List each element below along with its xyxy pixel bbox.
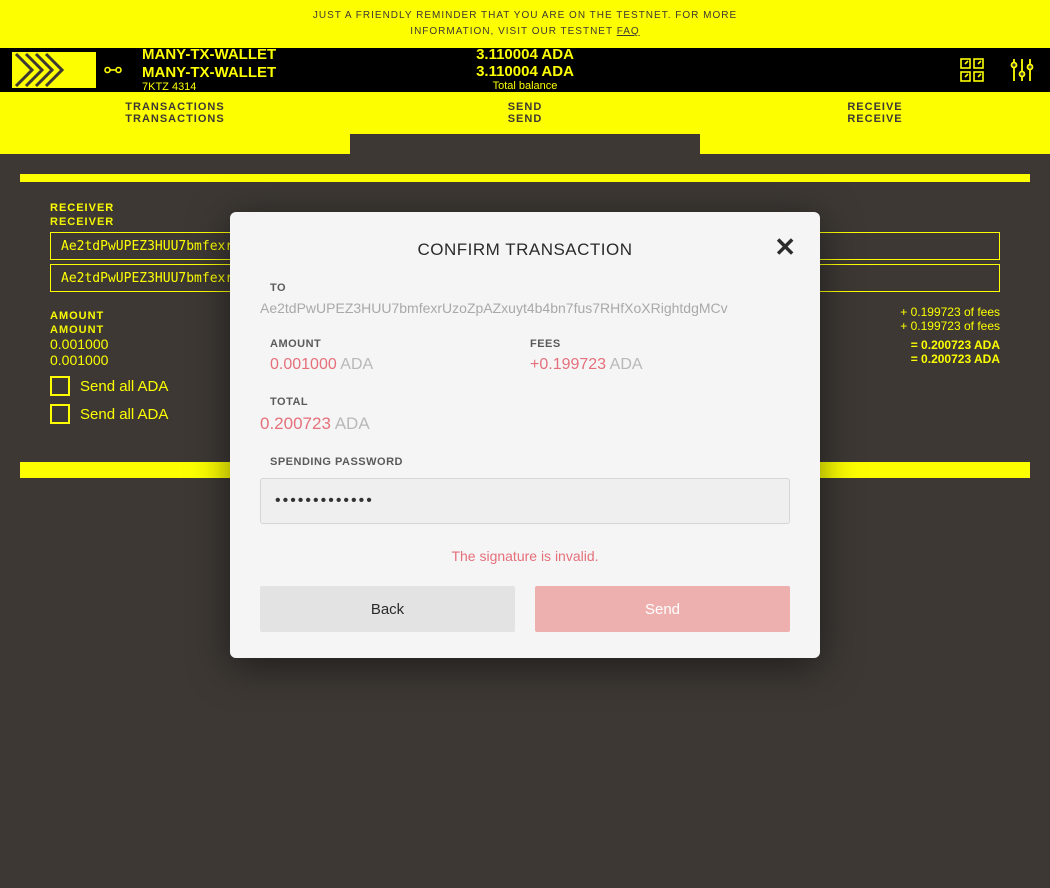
modal-total-value: 0.200723 ADA <box>260 414 790 434</box>
tab-transactions[interactable]: TRANSACTIONS TRANSACTIONS <box>0 101 350 125</box>
modal-fees-label: FEES <box>530 338 790 350</box>
send-button[interactable]: Send <box>535 586 790 632</box>
banner-line2: INFORMATION, VISIT OUR TESTNET FAQ <box>410 24 639 40</box>
back-button[interactable]: Back <box>260 586 515 632</box>
tab-bar: TRANSACTIONS TRANSACTIONS SEND SEND RECE… <box>0 92 1050 134</box>
banner-faq-link[interactable]: FAQ <box>617 26 640 37</box>
fees-text: + 0.199723 of fees <box>900 305 1000 319</box>
testnet-banner: JUST A FRIENDLY REMINDER THAT YOU ARE ON… <box>0 0 1050 48</box>
checkbox-icon[interactable] <box>50 376 70 396</box>
banner-line1: JUST A FRIENDLY REMINDER THAT YOU ARE ON… <box>313 8 737 24</box>
confirm-transaction-modal: CONFIRM TRANSACTION ✕ TO Ae2tdPwUPEZ3HUU… <box>230 212 820 658</box>
modal-amount-value: 0.001000 ADA <box>270 356 530 374</box>
to-label: TO <box>260 282 790 294</box>
spending-password-label: SPENDING PASSWORD <box>260 456 790 468</box>
total-text: = 0.200723 ADA <box>911 338 1000 352</box>
settings-icon[interactable] <box>1008 56 1036 84</box>
tab-underline <box>0 134 1050 154</box>
modal-total-label: TOTAL <box>260 396 790 408</box>
spending-password-input[interactable] <box>260 478 790 524</box>
app-header: MANY-TX-WALLET MANY-TX-WALLET 7KTZ 4314 … <box>0 48 1050 92</box>
to-address: Ae2tdPwUPEZ3HUU7bmfexrUzoZpAZxuyt4b4bn7f… <box>260 300 790 316</box>
wallet-name[interactable]: MANY-TX-WALLET MANY-TX-WALLET 7KTZ 4314 <box>142 46 276 93</box>
modal-amount-label: AMOUNT <box>270 338 530 350</box>
tab-receive[interactable]: RECEIVE RECEIVE <box>700 101 1050 125</box>
tab-send[interactable]: SEND SEND <box>350 101 700 125</box>
dashboard-icon[interactable] <box>958 56 986 84</box>
modal-title: CONFIRM TRANSACTION <box>260 240 790 260</box>
wallet-balance: 3.110004 ADA 3.110004 ADA Total balance <box>476 47 574 92</box>
close-icon[interactable]: ✕ <box>774 234 796 260</box>
error-message: The signature is invalid. <box>260 548 790 564</box>
logo-icon[interactable] <box>12 52 96 88</box>
logo-area <box>0 52 122 88</box>
amount-label: AMOUNT <box>50 310 104 322</box>
modal-fees-value: +0.199723 ADA <box>530 356 790 374</box>
link-icon <box>104 62 122 78</box>
amount-value[interactable]: 0.001000 <box>50 336 108 352</box>
